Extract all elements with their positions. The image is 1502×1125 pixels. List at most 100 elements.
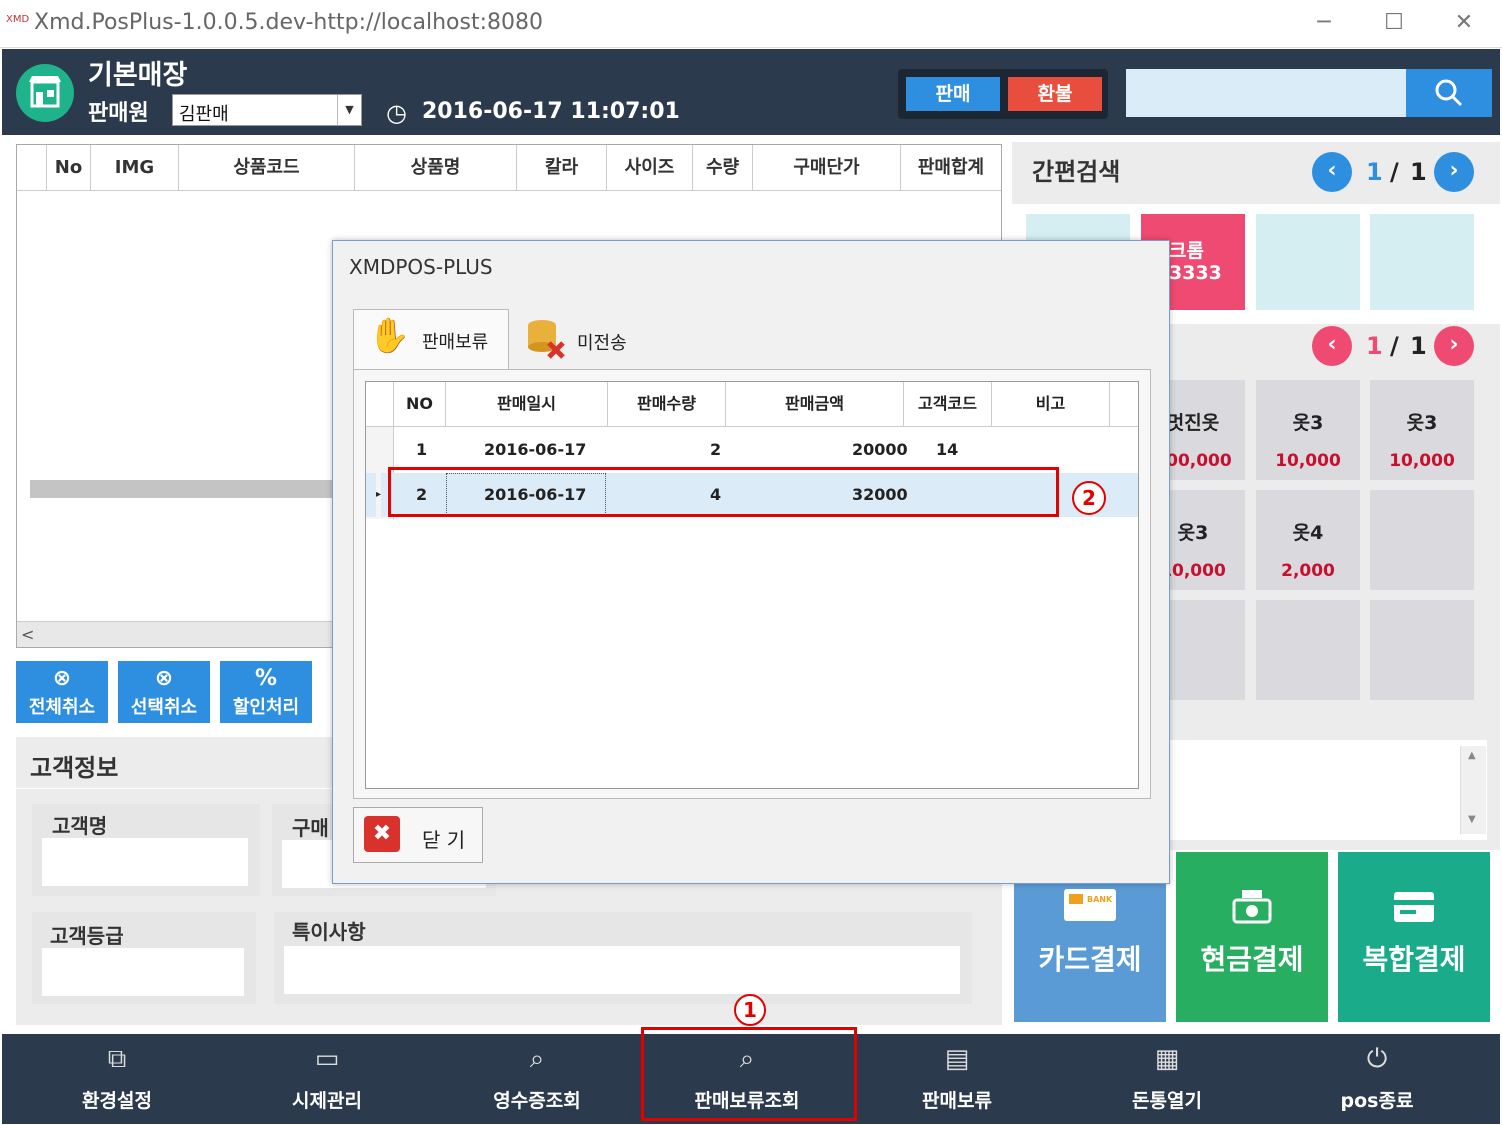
scroll-up-icon[interactable]: ▲	[1468, 750, 1476, 761]
cancel-all-icon: ⊗	[52, 666, 72, 691]
product-tile[interactable]: 옷4 2,000	[1256, 490, 1360, 590]
close-window-button[interactable]: ✕	[1446, 6, 1482, 40]
col-total: 판매합계	[917, 157, 985, 178]
memo-box[interactable]	[1165, 740, 1487, 840]
customer-grade-field[interactable]	[42, 948, 244, 996]
search-icon	[1435, 79, 1463, 107]
search-button[interactable]	[1406, 69, 1492, 117]
discount-label: 할인처리	[232, 697, 300, 718]
scrollbar-thumb[interactable]	[30, 480, 340, 498]
search-input[interactable]	[1126, 69, 1406, 117]
hand-icon: ✋	[368, 316, 411, 356]
memo-scrollbar[interactable]: ▲ ▼	[1460, 746, 1486, 834]
table-row[interactable]: 1 2016-06-17 2 20000 14	[366, 428, 1138, 472]
chevron-left-icon: ‹	[1327, 332, 1337, 357]
col-sale-qty: 판매수량	[608, 382, 726, 426]
minimize-button[interactable]: ─	[1306, 6, 1342, 40]
cancel-selected-button[interactable]: ⊗ 선택취소	[118, 661, 210, 723]
card-icon: BANK	[1014, 888, 1166, 938]
app-icon: XMD	[6, 14, 30, 25]
chevron-down-icon: ▼	[337, 95, 361, 125]
settings-label: 환경설정	[82, 1090, 152, 1112]
chevron-right-icon: ›	[1449, 158, 1459, 183]
category-next-button[interactable]: ›	[1434, 152, 1474, 192]
hold-sale-button[interactable]: ▤ 판매보류	[852, 1034, 1062, 1124]
svg-text:BANK: BANK	[1087, 895, 1113, 904]
cash-payment-button[interactable]: 현금결제	[1176, 852, 1328, 1022]
tab-unsent[interactable]: 미전송	[513, 313, 653, 373]
refund-mode-button[interactable]: 환불	[1008, 77, 1102, 111]
product-tile[interactable]	[1256, 600, 1360, 700]
tab-sales-hold-label: 판매보류	[422, 332, 489, 353]
note-label: 특이사항	[292, 920, 366, 944]
customer-grade-box: 고객등급	[32, 912, 256, 1004]
product-next-button[interactable]: ›	[1434, 326, 1474, 366]
cancel-selected-label: 선택취소	[130, 697, 198, 718]
complex-payment-label: 복합결제	[1362, 943, 1466, 976]
pos-exit-label: pos종료	[1340, 1090, 1414, 1112]
category-prev-button[interactable]: ‹	[1312, 152, 1352, 192]
seller-select[interactable]: 김판매 ▼	[172, 94, 362, 126]
store-icon	[16, 64, 74, 122]
col-no: NO	[394, 382, 446, 426]
note-field[interactable]	[284, 946, 960, 994]
hold-list-grid[interactable]: NO 판매일시 판매수량 판매금액 고객코드 비고 1 2016-06-17 2…	[365, 381, 1139, 789]
sale-mode-button[interactable]: 판매	[906, 77, 1000, 111]
cancel-all-button[interactable]: ⊗ 전체취소	[16, 661, 108, 723]
complex-payment-icon	[1338, 888, 1490, 938]
receipt-search-icon: ⌕	[529, 1044, 545, 1074]
cancel-all-label: 전체취소	[28, 697, 96, 718]
open-drawer-label: 돈통열기	[1132, 1090, 1202, 1112]
chevron-left-icon[interactable]: <	[21, 622, 34, 648]
seller-label: 판매원	[88, 101, 149, 126]
customer-name-box: 고객명	[32, 804, 260, 896]
col-unit-price: 구매단가	[753, 145, 901, 191]
close-dialog-button[interactable]: ✖ 닫 기	[353, 807, 483, 863]
pos-exit-button[interactable]: ⏻ pos종료	[1272, 1034, 1482, 1124]
product-page: 1	[1366, 332, 1383, 360]
seller-value: 김판매	[179, 104, 229, 125]
tab-unsent-label: 미전송	[577, 333, 627, 354]
product-tile[interactable]	[1370, 600, 1474, 700]
product-name: 옷3	[1292, 412, 1324, 434]
cell-amount: 20000	[852, 440, 908, 459]
category-tile[interactable]	[1256, 214, 1360, 310]
product-name: 옷4	[1292, 522, 1324, 544]
current-row-icon: ▸	[376, 473, 382, 517]
chevron-left-icon: ‹	[1327, 158, 1337, 183]
note-box: 특이사항	[274, 912, 972, 1004]
col-color: 칼라	[517, 145, 607, 191]
open-drawer-button[interactable]: ▦ 돈통열기	[1062, 1034, 1272, 1124]
discount-button[interactable]: % 할인처리	[220, 661, 312, 723]
tab-sales-hold[interactable]: ✋ 판매보류	[353, 309, 509, 369]
complex-payment-button[interactable]: 복합결제	[1338, 852, 1490, 1022]
cash-management-button[interactable]: ▭ 시제관리	[222, 1034, 432, 1124]
col-sale-datetime: 판매일시	[446, 382, 608, 426]
window-titlebar: XMD Xmd.PosPlus-1.0.0.5.dev-http://local…	[0, 0, 1502, 48]
purchase-label: 구매	[292, 816, 329, 840]
col-size: 사이즈	[607, 145, 693, 191]
product-prev-button[interactable]: ‹	[1312, 326, 1352, 366]
receipt-search-button[interactable]: ⌕ 영수증조회	[432, 1034, 642, 1124]
col-sale-amount: 판매금액	[726, 382, 904, 426]
category-tile[interactable]	[1370, 214, 1474, 310]
product-tile[interactable]: 옷3 10,000	[1370, 380, 1474, 480]
product-price: 10,000	[1275, 451, 1341, 471]
product-name: 옷3	[1406, 412, 1438, 434]
cell-qty: 2	[710, 440, 722, 459]
annotation-marker-2: 2	[1072, 481, 1106, 515]
cash-payment-label: 현금결제	[1200, 943, 1304, 976]
close-icon: ✖	[364, 816, 400, 852]
maximize-button[interactable]: ☐	[1376, 6, 1412, 40]
customer-panel-title: 고객정보	[30, 754, 119, 782]
customer-name-field[interactable]	[42, 838, 248, 886]
quick-search-title: 간편검색	[1032, 158, 1121, 186]
product-tile[interactable]	[1370, 490, 1474, 590]
scroll-down-icon[interactable]: ▼	[1468, 814, 1476, 825]
percent-icon: %	[254, 666, 278, 691]
cell-customer-code: 14	[936, 440, 959, 459]
grid-header-spacer	[366, 382, 394, 426]
datetime: 2016-06-17 11:07:01	[422, 99, 680, 124]
settings-button[interactable]: ⧉ 환경설정	[12, 1034, 222, 1124]
product-tile[interactable]: 옷3 10,000	[1256, 380, 1360, 480]
